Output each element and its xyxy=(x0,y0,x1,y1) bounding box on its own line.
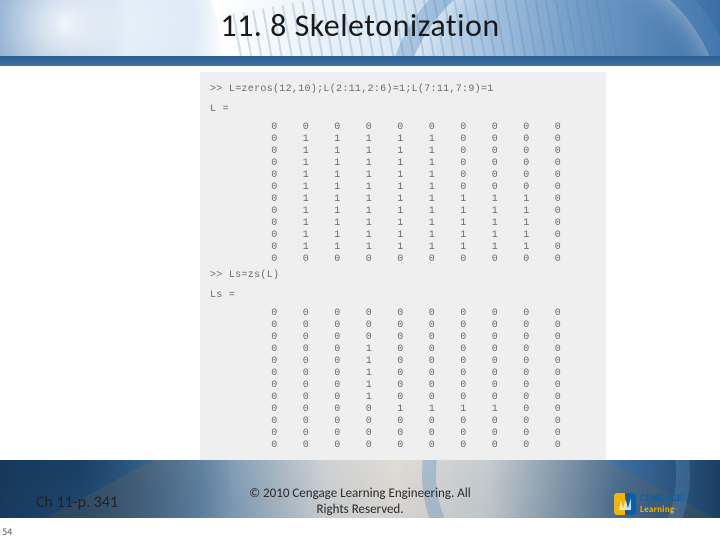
code-command-2: >> Ls=zs(L) xyxy=(210,270,596,282)
logo-icon xyxy=(614,493,636,515)
logo-text: CENGAGE Learning™ xyxy=(640,493,682,515)
cengage-logo: CENGAGE Learning™ xyxy=(614,488,706,520)
slide-title: 11. 8 Skeletonization xyxy=(0,6,720,45)
header-bar xyxy=(0,56,720,66)
logo-tm: ™ xyxy=(675,506,679,514)
code-panel: >> L=zeros(12,10);L(2:11,2:6)=1;L(7:11,7… xyxy=(200,72,606,464)
logo-line-2: Learning xyxy=(640,504,675,515)
code-varname-2: Ls = xyxy=(210,290,596,302)
slide: 11. 8 Skeletonization >> L=zeros(12,10);… xyxy=(0,0,720,540)
copyright-line-2: Rights Reserved. xyxy=(316,502,403,517)
slide-number: 54 xyxy=(0,525,12,538)
copyright-text: © 2010 Cengage Learning Engineering. All… xyxy=(0,486,720,518)
code-varname-1: L = xyxy=(210,104,596,116)
matrix-Ls: 0 0 0 0 0 0 0 0 0 0 0 0 0 0 0 0 0 0 0 0 … xyxy=(246,308,596,452)
logo-line-1: CENGAGE xyxy=(640,493,682,503)
matrix-L: 0 0 0 0 0 0 0 0 0 0 0 1 1 1 1 1 0 0 0 0 … xyxy=(246,122,596,266)
copyright-line-1: © 2010 Cengage Learning Engineering. All xyxy=(249,486,470,501)
code-command-1: >> L=zeros(12,10);L(2:11,2:6)=1;L(7:11,7… xyxy=(210,84,596,96)
